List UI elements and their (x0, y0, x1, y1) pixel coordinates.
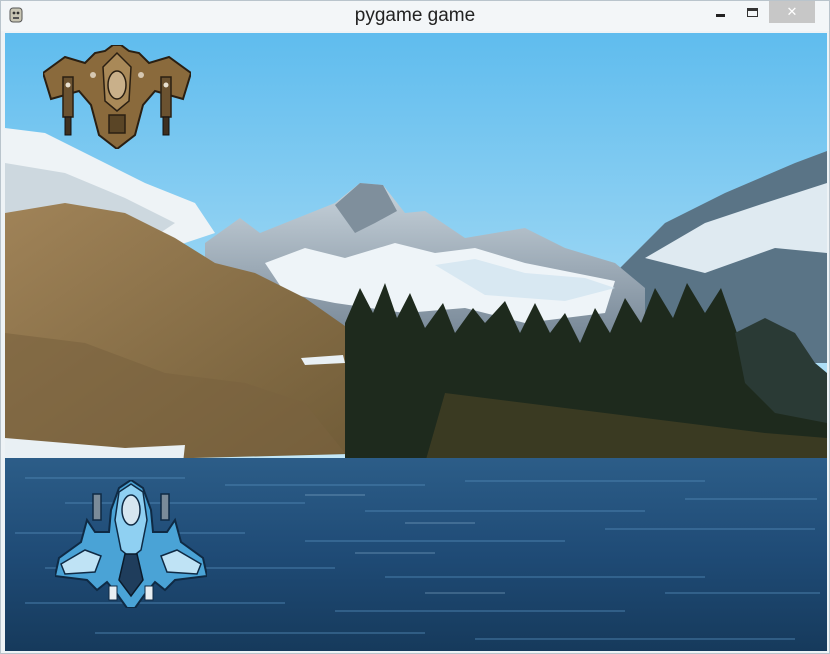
close-icon: ✕ (786, 4, 798, 20)
minimize-icon (715, 13, 725, 17)
window-title: pygame game (354, 5, 476, 26)
maximize-button[interactable] (739, 1, 765, 23)
game-canvas[interactable] (5, 33, 827, 651)
player-plane-icon (55, 480, 207, 608)
close-button[interactable]: ✕ (769, 1, 815, 23)
maximize-icon (746, 7, 758, 17)
minimize-button[interactable] (707, 1, 733, 23)
enemy-plane-icon (43, 45, 191, 149)
app-window: pygame game ✕ (0, 0, 830, 654)
title-bar[interactable]: pygame game ✕ (1, 1, 829, 31)
